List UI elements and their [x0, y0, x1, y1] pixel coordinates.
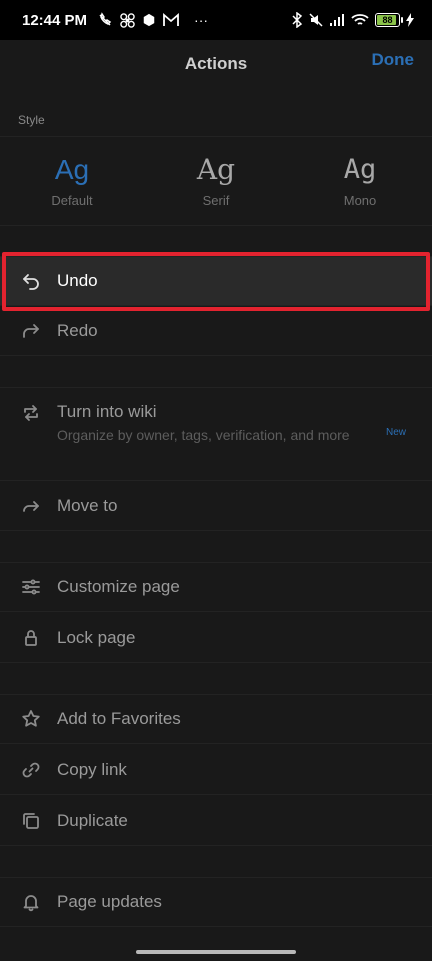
turn-into-wiki-description: Organize by owner, tags, verification, a…: [57, 427, 350, 443]
battery-level: 88: [382, 15, 393, 25]
duplicate-icon: [20, 810, 42, 832]
add-to-favorites-label: Add to Favorites: [57, 709, 181, 728]
style-option-serif[interactable]: Ag Serif: [144, 137, 288, 225]
undo-button[interactable]: Undo: [0, 256, 432, 306]
page-updates-button[interactable]: Page updates: [0, 877, 432, 927]
turn-into-wiki-label: Turn into wiki: [57, 402, 157, 421]
style-options: Ag Default Ag Serif Ag Mono: [0, 136, 432, 226]
page-updates-label: Page updates: [57, 892, 162, 911]
customize-page-button[interactable]: Customize page: [0, 562, 432, 612]
battery-icon: 88: [375, 13, 403, 27]
lock-page-button[interactable]: Lock page: [0, 613, 432, 663]
star-icon: [20, 708, 42, 730]
convert-icon: [20, 402, 42, 424]
charging-icon: [406, 13, 414, 27]
notification-icons: ···: [97, 12, 208, 28]
add-to-favorites-button[interactable]: Add to Favorites: [0, 694, 432, 744]
redo-label: Redo: [57, 320, 98, 340]
more-notifications: ···: [194, 12, 209, 28]
gmail-icon: [163, 13, 179, 26]
bluetooth-icon: [292, 12, 303, 28]
copy-link-button[interactable]: Copy link: [0, 745, 432, 795]
move-to-button[interactable]: Move to: [0, 481, 432, 531]
status-bar: 12:44 PM ··· 88: [0, 0, 432, 40]
duplicate-label: Duplicate: [57, 810, 128, 830]
customize-page-label: Customize page: [57, 577, 180, 596]
lock-page-label: Lock page: [57, 627, 136, 647]
style-name-default: Default: [51, 193, 93, 208]
cube-icon: [143, 13, 155, 27]
duplicate-button[interactable]: Duplicate: [0, 796, 432, 846]
style-name-mono: Mono: [343, 193, 377, 208]
copy-link-label: Copy link: [57, 759, 127, 779]
mute-icon: [309, 13, 323, 27]
status-time: 12:44 PM: [22, 11, 88, 29]
style-option-default[interactable]: Ag Default: [0, 137, 144, 225]
wifi-icon: [351, 14, 369, 25]
redo-icon: [20, 320, 42, 342]
home-indicator[interactable]: [136, 950, 296, 954]
style-glyph-serif: Ag: [196, 153, 236, 186]
style-section-label: Style: [18, 113, 45, 127]
fan-icon: [120, 12, 135, 28]
style-option-mono[interactable]: Ag Mono: [288, 137, 432, 225]
done-button[interactable]: Done: [372, 50, 415, 70]
phone-muted-icon: [99, 12, 112, 26]
lock-icon: [20, 627, 42, 649]
new-badge: New: [385, 427, 406, 438]
style-glyph-default: Ag: [54, 154, 90, 185]
move-arrow-icon: [20, 495, 42, 517]
page-title: Actions: [184, 54, 248, 73]
undo-label: Undo: [57, 271, 98, 290]
redo-button[interactable]: Redo: [0, 306, 432, 356]
undo-icon: [20, 270, 42, 292]
style-glyph-mono: Ag: [343, 154, 377, 185]
actions-header: Actions Done: [0, 40, 432, 88]
style-name-serif: Serif: [202, 193, 230, 208]
move-to-label: Move to: [57, 495, 118, 515]
bell-icon: [20, 891, 42, 913]
signal-icon: [330, 14, 344, 26]
sliders-icon: [20, 576, 42, 598]
link-icon: [20, 759, 42, 781]
